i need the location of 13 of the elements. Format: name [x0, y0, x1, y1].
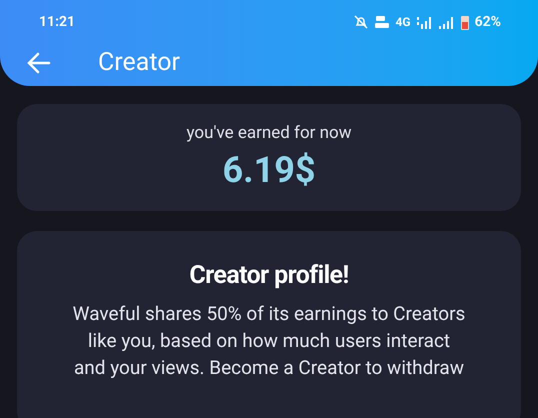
- creator-description: Waveful shares 50% of its earnings to Creators like you, based on how much users interact and your views. Become a Creator to withdraw: [72, 301, 466, 381]
- creator-title: Creator profile!: [189, 260, 349, 292]
- back-arrow-icon: [27, 52, 51, 74]
- mute-icon: [354, 15, 368, 29]
- battery-icon: [460, 14, 469, 30]
- signal-icon: [438, 16, 455, 28]
- page-title: Creator: [98, 47, 180, 79]
- earnings-label: you've earned for now: [186, 122, 352, 144]
- network-type: 4G: [396, 14, 411, 31]
- signal-icon: [416, 16, 433, 28]
- earnings-amount: 6.19$: [222, 152, 316, 188]
- battery-level: 62%: [474, 12, 501, 32]
- status-time: 11:21: [39, 12, 76, 32]
